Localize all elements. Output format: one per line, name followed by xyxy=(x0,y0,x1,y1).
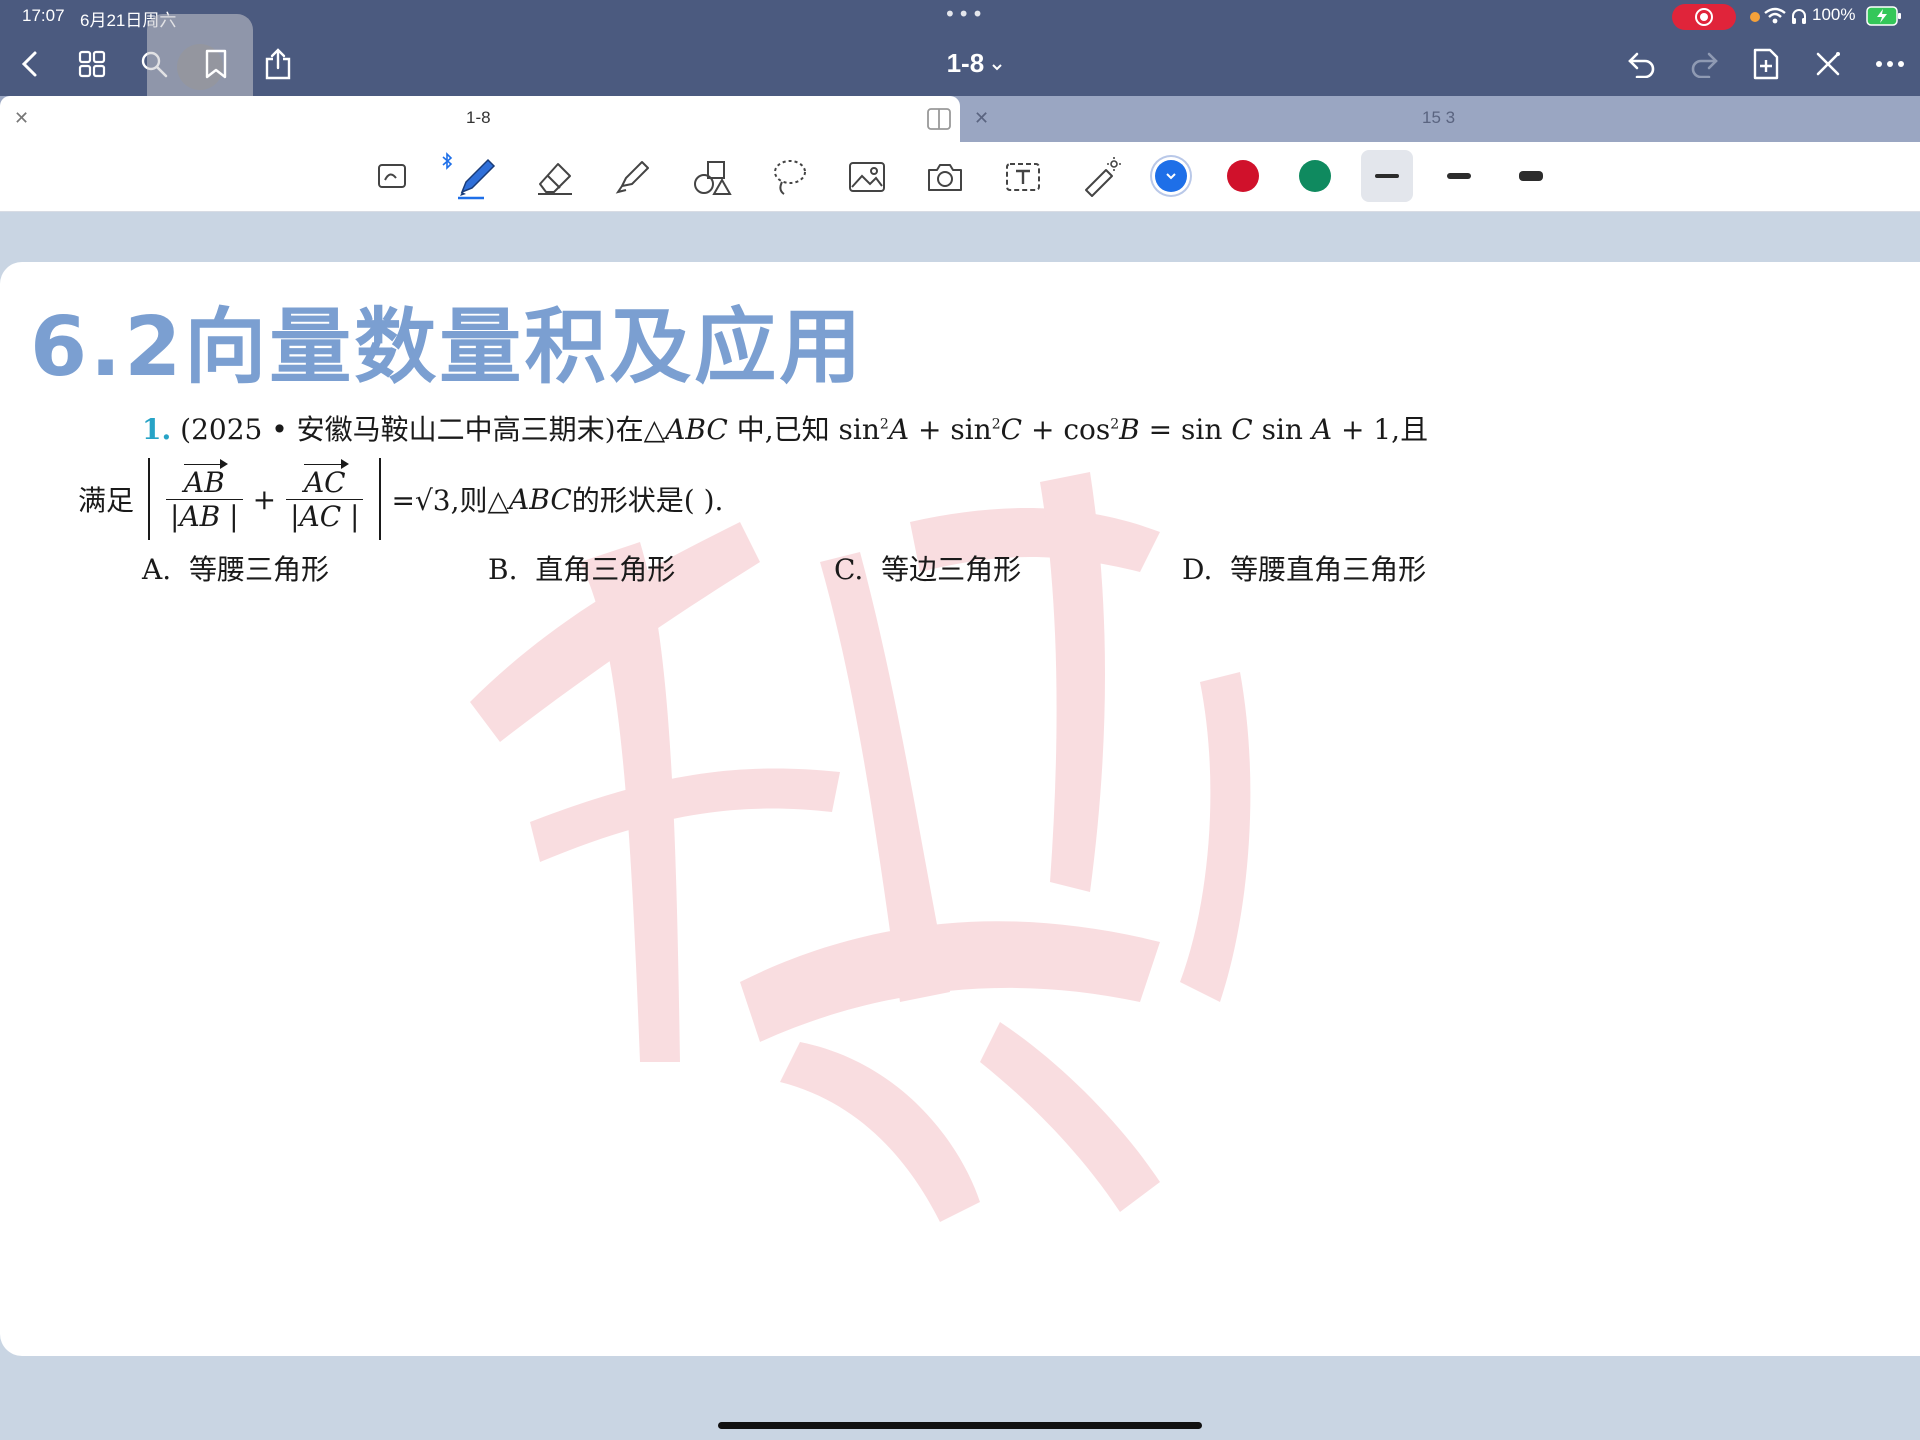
status-time: 17:07 xyxy=(22,6,65,25)
chevron-down-icon xyxy=(992,64,1003,71)
bottom-area xyxy=(0,1388,1920,1440)
multitasking-dots-icon[interactable]: ••• xyxy=(944,2,985,26)
highlighter-icon xyxy=(615,161,649,194)
fraction-ab: AB |AB | xyxy=(166,458,243,533)
split-view-icon[interactable] xyxy=(927,108,951,130)
text-icon xyxy=(1006,163,1040,191)
question-line-2: 满足 AB |AB | + AC |AC | =√3,则△ ABC 的形状是( )… xyxy=(78,454,723,544)
share-button[interactable] xyxy=(258,44,298,84)
lasso-tool[interactable] xyxy=(764,152,814,202)
camera-icon xyxy=(928,164,962,191)
battery-percentage: 100% xyxy=(1812,5,1856,24)
tab-label: 1-8 xyxy=(466,108,491,127)
section-title: 6.2向量数量积及应用 xyxy=(30,300,865,395)
tab-label: 15 3 xyxy=(1422,108,1456,127)
grid-icon xyxy=(78,50,106,78)
tab-close-icon[interactable]: ✕ xyxy=(14,108,29,129)
option-d: D. 等腰直角三角形 xyxy=(1182,553,1427,586)
color-swatch-red[interactable] xyxy=(1227,160,1259,192)
stroke-size-thick[interactable] xyxy=(1519,171,1543,181)
lasso-icon xyxy=(774,160,806,195)
back-button[interactable] xyxy=(10,44,50,84)
option-c: C. 等边三角形 xyxy=(834,553,1022,586)
text-tool[interactable] xyxy=(998,152,1048,202)
redo-button[interactable] xyxy=(1684,44,1724,84)
option-a: A. 等腰三角形 xyxy=(142,553,329,586)
wifi-icon xyxy=(1764,7,1786,24)
question-line-1: 1. (2025 • 安徽马鞍山二中高三期末)在△ABC 中,已知 sin2A … xyxy=(142,408,1428,448)
image-tool[interactable] xyxy=(842,152,892,202)
eraser-tool[interactable] xyxy=(530,152,580,202)
question-text: (2025 • 安徽马鞍山二中高三期末)在△ABC 中,已知 sin2A + s… xyxy=(180,413,1429,446)
camera-tool[interactable] xyxy=(920,152,970,202)
undo-button[interactable] xyxy=(1622,44,1662,84)
bookmark-icon xyxy=(205,49,227,79)
back-icon xyxy=(21,51,37,77)
share-icon xyxy=(265,48,291,80)
highlighter-tool[interactable] xyxy=(608,152,658,202)
shapes-tool[interactable] xyxy=(686,152,736,202)
document-title-menu[interactable]: 1-8 xyxy=(920,48,1030,79)
laser-pointer-tool[interactable] xyxy=(1076,152,1126,202)
stroke-size-medium[interactable] xyxy=(1447,173,1471,179)
headphone-icon xyxy=(1792,9,1806,24)
bookmark-button[interactable] xyxy=(196,44,236,84)
document-page[interactable]: 6.2向量数量积及应用 1. (2025 • 安徽马鞍山二中高三期末)在△ABC… xyxy=(0,262,1920,1356)
screen-recording-indicator[interactable] xyxy=(1672,4,1736,30)
add-page-button[interactable] xyxy=(1746,44,1786,84)
battery-charging-icon xyxy=(1866,6,1901,26)
pen-icon xyxy=(458,158,496,200)
home-indicator[interactable] xyxy=(718,1422,1202,1429)
undo-icon xyxy=(1628,52,1655,78)
chevron-down-icon xyxy=(1166,173,1176,180)
more-button[interactable] xyxy=(1870,44,1910,84)
shapes-icon xyxy=(694,161,732,195)
image-icon xyxy=(849,162,885,192)
pen-toolbar xyxy=(0,142,1920,212)
fraction-ac: AC |AC | xyxy=(286,458,364,533)
read-mode-icon xyxy=(378,164,406,188)
tab-strip: ✕ 1-8 ✕ 15 3 xyxy=(0,96,1920,142)
eraser-icon xyxy=(538,163,572,195)
read-mode-tool[interactable] xyxy=(368,152,418,202)
color-swatch-blue[interactable] xyxy=(1155,160,1187,192)
pen-tool[interactable] xyxy=(452,152,502,202)
color-swatch-green[interactable] xyxy=(1299,160,1331,192)
microphone-indicator-icon xyxy=(1750,12,1760,22)
redo-icon xyxy=(1691,52,1718,78)
stroke-size-thin[interactable] xyxy=(1375,174,1399,178)
add-page-icon xyxy=(1753,48,1779,80)
page-overview-button[interactable] xyxy=(72,44,112,84)
close-icon xyxy=(1816,52,1840,76)
close-pen-mode-button[interactable] xyxy=(1808,44,1848,84)
more-icon xyxy=(1876,61,1904,67)
tab-inactive[interactable]: ✕ 15 3 xyxy=(960,96,1920,142)
question-number: 1. xyxy=(142,413,172,446)
record-icon xyxy=(1695,8,1713,26)
top-navigation-bar: 17:07 6月21日周六 ••• 100% 1-8 xyxy=(0,0,1920,120)
tab-close-icon[interactable]: ✕ xyxy=(974,108,989,129)
page-title: 1-8 xyxy=(946,48,985,78)
laser-pointer-icon xyxy=(1085,157,1121,197)
option-b: B. 直角三角形 xyxy=(488,553,676,586)
tab-active[interactable]: ✕ 1-8 xyxy=(0,96,960,142)
